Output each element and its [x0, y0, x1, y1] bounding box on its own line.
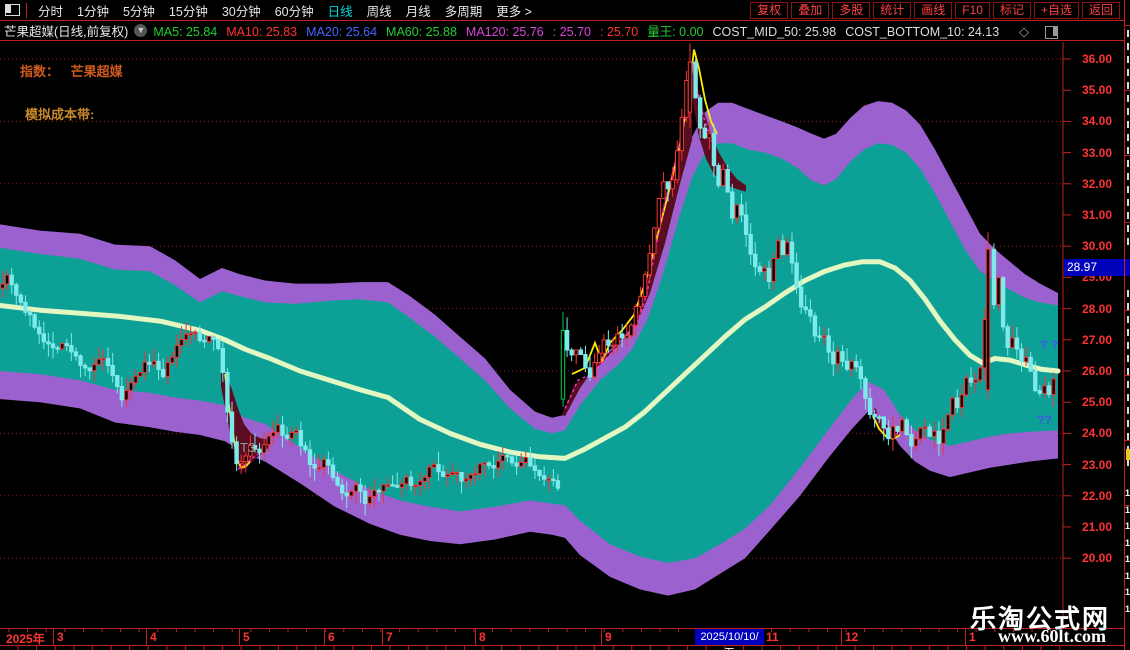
watermark-url: www.60lt.com	[998, 626, 1106, 646]
strip-digit: 1	[1125, 488, 1130, 498]
month-separator	[239, 629, 240, 645]
month-label: 4	[150, 630, 157, 644]
price-axis-label: 20.00	[1082, 551, 1113, 566]
price-axis-label: 30.00	[1082, 239, 1113, 254]
price-axis-label: 28.00	[1082, 301, 1113, 316]
month-label: 5	[243, 630, 250, 644]
strip-digit: 1	[1125, 570, 1130, 581]
month-label: 8	[479, 630, 486, 644]
month-separator	[324, 629, 325, 645]
price-axis-label: 33.00	[1082, 145, 1113, 160]
price-axis-label: 32.00	[1082, 176, 1113, 191]
t3-label: T3	[240, 440, 255, 455]
price-axis-label: 23.00	[1082, 457, 1113, 472]
price-axis-label: 27.00	[1082, 332, 1113, 347]
costband-label: 模拟成本带:	[25, 107, 95, 122]
index-label: 指数：	[20, 64, 60, 79]
month-label: 3	[57, 630, 64, 644]
strip-digit: 1	[1125, 504, 1130, 515]
month-label: 9	[605, 630, 612, 644]
year-label: 2025年	[6, 632, 45, 646]
price-axis-label: 34.00	[1082, 114, 1113, 129]
price-axis-label: 21.00	[1082, 520, 1113, 534]
price-axis-label: 36.00	[1082, 52, 1113, 66]
crosshair-date-tag: 2025/10/10/五	[695, 629, 764, 650]
strip-digit: 1	[1125, 537, 1130, 548]
month-label: 6	[328, 630, 335, 644]
month-separator	[601, 629, 602, 645]
month-separator	[475, 629, 476, 645]
crosshair-price-tag: 28.97	[1064, 259, 1124, 276]
month-label: 7	[386, 630, 393, 644]
chart-svg[interactable]: T3 ? ???	[0, 0, 1130, 650]
strip-digit: 1	[1125, 603, 1130, 614]
month-separator	[965, 629, 966, 645]
strip-digit: 1	[1125, 554, 1130, 564]
strip-digit: 1	[1125, 521, 1130, 531]
strip-digit: 1	[1125, 587, 1130, 597]
month-label: 11	[766, 630, 779, 644]
month-separator	[146, 629, 147, 645]
price-axis-label: 25.00	[1082, 395, 1113, 410]
index-value: 芒果超媒	[70, 64, 123, 79]
question-mark-glyph: ? ?	[1040, 338, 1058, 352]
price-axis-label: 35.00	[1082, 83, 1113, 98]
month-label: 12	[845, 630, 859, 644]
price-axis-label: 26.00	[1082, 364, 1113, 378]
date-axis	[0, 628, 1124, 646]
month-separator	[382, 629, 383, 645]
index-overlay: 指数： 芒果超媒	[20, 61, 123, 80]
price-axis-label: 24.00	[1082, 426, 1113, 441]
stock-chart-app: { "menu_bar": { "window_icon": "split-sq…	[0, 0, 1130, 650]
question-mark-glyph: ??	[1037, 413, 1052, 427]
right-panel-strip[interactable]	[1124, 0, 1130, 650]
month-separator	[841, 629, 842, 645]
month-separator	[53, 629, 54, 645]
price-axis-label: 22.00	[1082, 488, 1113, 503]
price-axis-label: 31.00	[1082, 208, 1113, 222]
